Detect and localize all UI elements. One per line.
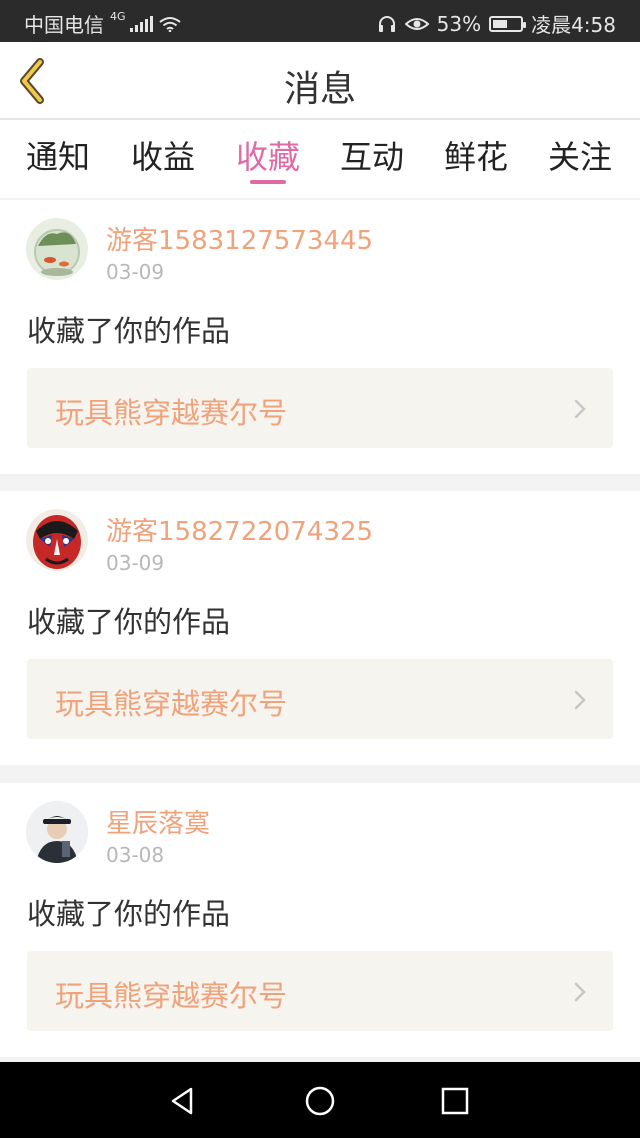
tab-follows[interactable]: 关注 xyxy=(525,132,635,178)
back-triangle-icon[interactable] xyxy=(166,1084,200,1118)
battery-fill xyxy=(493,19,508,28)
tab-active-indicator xyxy=(250,180,286,184)
chevron-right-icon xyxy=(574,690,586,710)
tab-bar: 通知 收益 收藏 互动 鲜花 关注 xyxy=(0,120,640,198)
opera-mask-avatar xyxy=(26,509,88,571)
tab-interactions[interactable]: 互动 xyxy=(317,132,427,178)
signal-icon xyxy=(129,15,153,32)
work-title: 玩具熊穿越赛尔号 xyxy=(55,396,288,430)
officer-avatar xyxy=(26,801,88,863)
tab-earnings[interactable]: 收益 xyxy=(108,132,218,178)
avatar[interactable] xyxy=(26,801,88,863)
work-link[interactable]: 玩具熊穿越赛尔号 xyxy=(27,368,613,448)
message-card: 游客1582722074325 03-09 收藏了你的作品 玩具熊穿越赛尔号 xyxy=(0,491,640,765)
chevron-right-icon xyxy=(574,982,586,1002)
message-card: 星辰落寞 03-08 收藏了你的作品 玩具熊穿越赛尔号 xyxy=(0,783,640,1057)
battery-percent: 53% xyxy=(436,11,482,36)
avatar[interactable] xyxy=(26,509,88,571)
username[interactable]: 星辰落寞 xyxy=(106,803,210,840)
work-link[interactable]: 玩具熊穿越赛尔号 xyxy=(27,951,613,1031)
battery-icon xyxy=(489,15,527,32)
headphone-icon xyxy=(378,15,395,32)
status-left: 中国电信 4G xyxy=(24,9,181,38)
recents-square-icon[interactable] xyxy=(438,1084,472,1118)
status-right: 53% 凌晨4:58 xyxy=(377,9,616,38)
username[interactable]: 游客1582722074325 xyxy=(106,511,373,548)
system-nav-bar xyxy=(0,1062,640,1138)
username[interactable]: 游客1583127573445 xyxy=(106,220,373,257)
home-circle-icon[interactable] xyxy=(303,1084,337,1118)
message-date: 03-08 xyxy=(106,843,165,867)
wifi-icon xyxy=(158,16,181,32)
status-bar: 中国电信 4G 53% 凌晨4:58 xyxy=(0,0,640,42)
tab-favorites[interactable]: 收藏 xyxy=(213,132,323,178)
carrier-label: 中国电信 xyxy=(24,13,104,37)
message-action: 收藏了你的作品 xyxy=(27,897,231,931)
goldfish-bowl-avatar xyxy=(26,218,88,280)
message-card: 游客1583127573445 03-09 收藏了你的作品 玩具熊穿越赛尔号 xyxy=(0,200,640,474)
work-title: 玩具熊穿越赛尔号 xyxy=(55,979,288,1013)
clock: 凌晨4:58 xyxy=(531,13,616,37)
eye-icon xyxy=(404,17,429,30)
top-header: 消息 xyxy=(0,42,640,120)
message-date: 03-09 xyxy=(106,260,165,284)
message-date: 03-09 xyxy=(106,551,165,575)
message-action: 收藏了你的作品 xyxy=(27,314,231,348)
chevron-right-icon xyxy=(574,399,586,419)
message-action: 收藏了你的作品 xyxy=(27,605,231,639)
work-link[interactable]: 玩具熊穿越赛尔号 xyxy=(27,659,613,739)
work-title: 玩具熊穿越赛尔号 xyxy=(55,687,288,721)
tab-notifications[interactable]: 通知 xyxy=(3,132,113,178)
tab-flowers[interactable]: 鲜花 xyxy=(421,132,531,178)
page-title: 消息 xyxy=(283,69,356,110)
network-type: 4G xyxy=(110,10,126,23)
avatar[interactable] xyxy=(26,218,88,280)
